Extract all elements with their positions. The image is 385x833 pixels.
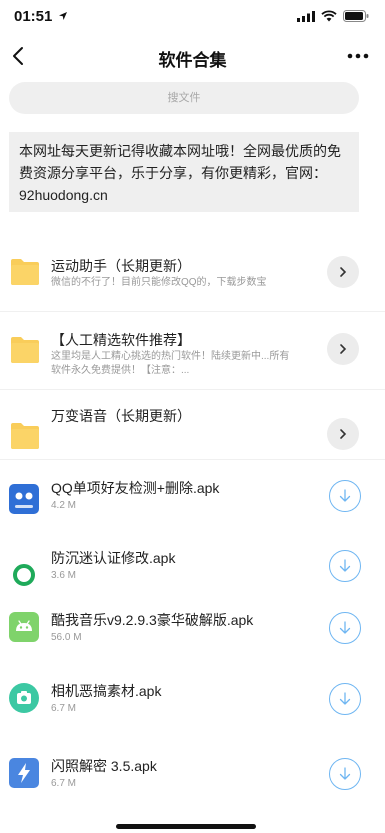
chevron-right-icon [340,344,347,354]
page-title: 软件合集 [158,51,227,70]
file-name: 闪照解密 3.5.apk [51,758,157,774]
folder-name: 运动助手（长期更新） [51,258,191,274]
home-indicator[interactable] [116,824,256,829]
download-button[interactable] [329,480,361,512]
folder-item[interactable]: 【人工精选软件推荐】 这里均是人工精心挑选的热门软件！陆续更新中...所有软件永… [0,312,385,390]
file-item[interactable]: 相机恶搞素材.apk 6.7 M [0,670,385,746]
location-arrow-icon [59,12,67,20]
file-name: 防沉迷认证修改.apk [51,550,176,566]
download-arrow-icon [339,559,351,572]
folder-item[interactable]: 运动助手（长期更新） 微信的不行了！目前只能修改QQ的，下载步数宝 [0,232,385,312]
download-button[interactable] [329,550,361,582]
file-list: 运动助手（长期更新） 微信的不行了！目前只能修改QQ的，下载步数宝 【人工精选软… [0,232,385,806]
download-arrow-icon [339,489,351,502]
file-size: 4.2 M [51,500,77,511]
file-name: QQ单项好友检测+删除.apk [51,480,220,496]
battery-icon [343,10,369,22]
chevron-right-icon [340,267,347,277]
notice-banner: 本网址每天更新记得收藏本网址哦！全网最优质的免费资源分享平台，乐于分享，有你更精… [9,132,359,212]
folder-icon [11,423,39,449]
qq-friend-app-icon [9,484,39,514]
download-arrow-icon [339,621,351,634]
folder-name: 【人工精选软件推荐】 [51,332,191,348]
folder-item[interactable]: 万变语音（长期更新） [0,390,385,460]
cellular-signal-icon [297,10,315,22]
download-button[interactable] [329,758,361,790]
search-bar [9,82,359,114]
file-item[interactable]: 酷我音乐v9.2.9.3豪华破解版.apk 56.0 M [0,602,385,670]
file-size: 6.7 M [51,778,77,789]
file-size: 6.7 M [51,703,77,714]
folder-description: 微信的不行了！目前只能修改QQ的，下载步数宝 [51,277,267,288]
lightning-icon [9,758,39,788]
download-arrow-icon [339,767,351,780]
wifi-icon [321,10,337,22]
status-time: 01:51 [14,8,53,25]
open-folder-button[interactable] [327,256,359,288]
status-bar: 01:51 [0,0,385,34]
open-folder-button[interactable] [327,418,359,450]
folder-icon [11,259,39,285]
file-name: 酷我音乐v9.2.9.3豪华破解版.apk [51,612,254,628]
ring-app-icon [9,560,39,590]
folder-description: 这里均是人工精心挑选的热门软件！陆续更新中...所有软件永久免费提供！【注意：.… [51,351,290,376]
folder-icon [11,337,39,363]
file-size: 3.6 M [51,570,77,581]
file-size: 56.0 M [51,632,82,643]
camera-icon [9,683,39,713]
file-item[interactable]: 防沉迷认证修改.apk 3.6 M [0,540,385,602]
navigation-bar: 软件合集 [0,34,385,78]
search-input[interactable] [9,82,359,114]
chevron-right-icon [340,429,347,439]
folder-name: 万变语音（长期更新） [51,408,191,424]
more-button[interactable] [343,42,373,70]
file-item[interactable]: 闪照解密 3.5.apk 6.7 M [0,746,385,806]
download-arrow-icon [339,692,351,705]
file-name: 相机恶搞素材.apk [51,683,162,699]
download-button[interactable] [329,683,361,715]
more-dots-icon [347,53,369,59]
android-icon [9,612,39,642]
download-button[interactable] [329,612,361,644]
open-folder-button[interactable] [327,333,359,365]
file-item[interactable]: QQ单项好友检测+删除.apk 4.2 M [0,460,385,540]
